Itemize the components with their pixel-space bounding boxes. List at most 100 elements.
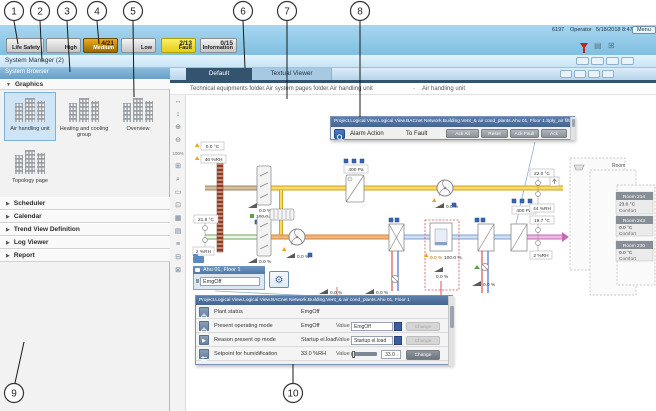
filter-icon[interactable]: [580, 43, 588, 49]
alarm-source-icon[interactable]: [334, 129, 345, 139]
layout-preset-button[interactable]: [560, 70, 572, 78]
chevron-right-icon: ▶: [6, 227, 10, 233]
slider-handle[interactable]: [352, 351, 355, 358]
heat-recovery-exchanger[interactable]: 0.0 % 0.0 %: [319, 218, 404, 296]
columns-icon[interactable]: ▤: [594, 41, 602, 50]
layout-icon[interactable]: ⊞: [608, 41, 615, 50]
room-card[interactable]: Room 243 0.0 °C Comfort: [616, 216, 653, 237]
pane-control-button[interactable]: [621, 57, 634, 65]
exhaust-fan[interactable]: 0.0 %: [432, 180, 459, 210]
layout-preset-button[interactable]: [574, 70, 586, 78]
section-trend-view-definition[interactable]: ▶Trend View Definition: [0, 223, 170, 236]
priority-button[interactable]: [394, 322, 402, 331]
category-high-button[interactable]: High: [46, 38, 81, 53]
pan-horizontal-icon[interactable]: ↔: [170, 95, 186, 108]
depth-icon[interactable]: ▤: [170, 225, 186, 238]
layout-preset-button[interactable]: [588, 70, 600, 78]
section-log-viewer[interactable]: ▶Log Viewer: [0, 236, 170, 249]
silencer: [270, 209, 294, 220]
settings-gear-button[interactable]: ⚙: [269, 271, 289, 288]
setpoint-slider[interactable]: [351, 352, 377, 356]
layout-preset-button[interactable]: [602, 70, 614, 78]
outside-air-sensors[interactable]: 0.0 °C 46 %RH: [195, 142, 226, 163]
chevron-right-icon: ▶: [6, 253, 10, 259]
alarm-popup-titlebar[interactable]: Project.Logical View.Logical View.BACnet…: [331, 117, 570, 127]
zoom-in-icon[interactable]: ⊕: [170, 121, 186, 134]
callout-number: 8: [357, 7, 363, 18]
zoom-out-icon[interactable]: ⊖: [170, 134, 186, 147]
supply-fan[interactable]: 0.0 %: [282, 229, 312, 260]
zoom-window-icon[interactable]: ⌕: [170, 173, 186, 186]
print-icon[interactable]: ⊠: [170, 264, 186, 277]
air-filter[interactable]: 400 Pa: [344, 159, 368, 202]
mode-dropdown[interactable]: EmgOff: [351, 322, 393, 331]
property-row-plant-status[interactable]: Plant status EmgOff: [196, 305, 448, 319]
select-rect-icon[interactable]: ▭: [170, 186, 186, 199]
category-medium-button[interactable]: 4/21 Medium: [83, 38, 118, 53]
setpoint-spinner[interactable]: 33.0 ↕: [381, 350, 401, 359]
pane-control-button[interactable]: [606, 57, 619, 65]
thumbnail-topology-page[interactable]: Topology page: [4, 144, 56, 193]
change-button[interactable]: Change: [406, 322, 440, 331]
property-row-humidification-setpoint[interactable]: Setpoint for humidification 33.0 %RH Val…: [196, 347, 448, 361]
property-value: 33.0 %RH: [301, 351, 326, 357]
thumbnail-label: Heating and cooling group: [59, 126, 109, 138]
list-icon[interactable]: ≡: [170, 238, 186, 251]
ack-button[interactable]: Ack: [541, 129, 567, 138]
thumbnail-label: Air handling unit: [5, 126, 55, 132]
system-browser-header[interactable]: System Browser: [0, 68, 170, 79]
ack-fault-button[interactable]: Ack Fault: [510, 129, 539, 138]
building-icon: [13, 147, 47, 175]
room-card[interactable]: Room 214 23.0 °C Comfort: [616, 192, 653, 214]
thumbnail-overview[interactable]: Overview: [112, 92, 164, 141]
reset-button[interactable]: Reset: [481, 129, 508, 138]
spinner-arrows-icon[interactable]: ↕: [396, 353, 398, 357]
mode-input[interactable]: [200, 277, 260, 286]
room-card[interactable]: Room 230 0.0 °C Comfort: [616, 241, 653, 262]
reason-dropdown[interactable]: Startup el.load: [351, 336, 393, 345]
category-life-safety-button[interactable]: Life Safety: [6, 38, 44, 53]
cooling-coil[interactable]: [511, 224, 527, 251]
property-row-reason-op-mode[interactable]: ▶ Reason present op mode Startup el.load…: [196, 333, 448, 347]
value-label: Value: [336, 337, 350, 343]
scrollbar-thumb[interactable]: [450, 306, 454, 328]
alarm-popup-scrollbar[interactable]: [570, 117, 575, 140]
humidifier[interactable]: 0.0 % 100.0 % 0.0 %: [424, 220, 462, 295]
priority-button[interactable]: [394, 336, 402, 345]
tab-textual-viewer[interactable]: Textual Viewer: [252, 68, 332, 80]
properties-popup-scrollbar[interactable]: [448, 296, 454, 366]
ack-all-button[interactable]: Ack All: [446, 129, 479, 138]
thumbnail-heating-cooling-group[interactable]: Heating and cooling group: [58, 92, 110, 141]
tab-default[interactable]: Default: [186, 68, 252, 80]
room-name: Room 214: [623, 194, 645, 200]
thumbnail-air-handling-unit[interactable]: Air handling unit: [4, 92, 56, 141]
section-graphics[interactable]: ▼Graphics: [0, 79, 170, 90]
magnifier-icon[interactable]: ⊡: [170, 199, 186, 212]
pane-control-button[interactable]: [576, 57, 589, 65]
outside-air-damper[interactable]: 0.0 %: [248, 217, 272, 265]
category-information-button[interactable]: 0/15 Information: [200, 38, 237, 53]
fit-to-window-icon[interactable]: ⊞: [170, 160, 186, 173]
zoom-level-label[interactable]: 100%: [170, 147, 186, 160]
menu-button[interactable]: Menu: [632, 26, 656, 34]
pane-control-button[interactable]: [591, 57, 604, 65]
properties-popup-titlebar[interactable]: Project.Logical View.Logical View.BACnet…: [196, 296, 448, 305]
property-row-operating-mode[interactable]: Present operating mode EmgOff Value EmgO…: [196, 319, 448, 333]
layers-icon[interactable]: ▦: [170, 212, 186, 225]
ahu-window-titlebar[interactable]: Ahu 01, Floor 1: [193, 266, 265, 274]
heating-coil[interactable]: 0.0 %: [472, 218, 496, 293]
intake-louver[interactable]: [217, 160, 223, 252]
copy-icon[interactable]: ⊟: [170, 251, 186, 264]
change-button[interactable]: Change: [406, 336, 440, 345]
category-low-button[interactable]: Low: [121, 38, 156, 53]
section-report[interactable]: ▶Report: [0, 249, 170, 262]
pan-vertical-icon[interactable]: ↕: [170, 108, 186, 121]
folder-icon[interactable]: [193, 256, 204, 263]
section-scheduler[interactable]: ▶Scheduler: [0, 197, 170, 210]
section-calendar[interactable]: ▶Calendar: [0, 210, 170, 223]
breadcrumb[interactable]: Technical equipments folder.Air system p…: [190, 86, 373, 92]
category-fault-button[interactable]: 2/13 Fault: [161, 38, 196, 53]
change-button[interactable]: Change: [406, 350, 440, 360]
value-label: Value: [336, 351, 350, 357]
property-label: Plant status: [214, 309, 243, 315]
